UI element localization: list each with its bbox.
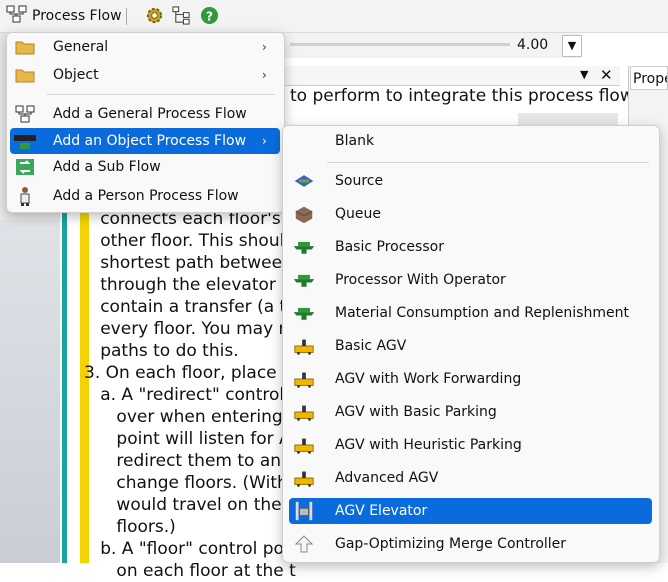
- menu-sub-item-label: Source: [335, 173, 384, 189]
- menu-sub-item[interactable]: Gap-Optimizing Merge Controller: [289, 531, 652, 557]
- doc-line: redirect them to an e: [84, 451, 297, 471]
- menu-sub-item[interactable]: AGV with Heuristic Parking: [289, 432, 652, 458]
- menu-sub-item-label: Queue: [335, 206, 381, 222]
- menu-sub-item-label: Advanced AGV: [335, 470, 439, 486]
- properties-tab[interactable]: Prope: [630, 66, 668, 90]
- agv-icon: [293, 435, 315, 455]
- menu-main-item[interactable]: Add a Person Process Flow: [10, 183, 280, 209]
- menu-sub-item[interactable]: Basic AGV: [289, 333, 652, 359]
- process-flow-icon: [6, 4, 28, 28]
- menu-main-item-label: Object: [53, 67, 99, 83]
- close-icon[interactable]: ✕: [600, 66, 613, 84]
- menu-main-item[interactable]: Add a General Process Flow: [10, 101, 280, 127]
- speed-value: 4.00: [517, 37, 549, 53]
- menu-sub-item-label: Blank: [335, 133, 375, 149]
- menu-sub-item[interactable]: Advanced AGV: [289, 465, 652, 491]
- doc-line: shortest path between: [84, 253, 293, 273]
- menu-sub-item-label: Gap-Optimizing Merge Controller: [335, 536, 567, 552]
- speed-slider[interactable]: [290, 43, 510, 46]
- menu-sub-item[interactable]: AGV Elevator: [289, 498, 652, 524]
- doc-line: b. A "floor" control poi: [84, 539, 289, 559]
- doc-line: contain a transfer (a th: [84, 297, 297, 317]
- general-flow-icon: [14, 104, 36, 124]
- object-flow-submenu: Blank Source Queue Basic Processor Processor…: [282, 125, 660, 563]
- doc-line: a. A "redirect" control p: [84, 385, 301, 405]
- chevron-right-icon: ›: [262, 40, 267, 54]
- menu-sub-item-label: AGV with Basic Parking: [335, 404, 497, 420]
- menu-sub-item-label: Processor With Operator: [335, 272, 506, 288]
- agv-icon: [293, 402, 315, 422]
- menu-main-item[interactable]: Add a Sub Flow: [10, 154, 280, 180]
- person-icon: [14, 186, 36, 206]
- chevron-right-icon: ›: [262, 68, 267, 82]
- menu-sub-item[interactable]: Queue: [289, 201, 652, 227]
- help-icon[interactable]: ?: [200, 6, 219, 25]
- menu-sub-item[interactable]: Basic Processor: [289, 234, 652, 260]
- menu-main-item[interactable]: Object ›: [10, 62, 280, 88]
- menu-main-item-label: Add a General Process Flow: [53, 106, 247, 122]
- processor-icon: [293, 270, 315, 290]
- merge-icon: [293, 534, 315, 554]
- menu-sub-item-label: AGV with Heuristic Parking: [335, 437, 522, 453]
- process-flow-label: Process Flow: [32, 8, 122, 24]
- doc-header: [280, 66, 620, 86]
- agv-icon: [293, 468, 315, 488]
- elevator-icon: [293, 501, 315, 521]
- source-icon: [293, 171, 315, 191]
- doc-line: would travel on the i: [84, 495, 292, 515]
- menu-sub-item[interactable]: AGV with Basic Parking: [289, 399, 652, 425]
- menu-main-item-label: Add an Object Process Flow: [53, 133, 247, 149]
- menu-sub-item[interactable]: AGV with Work Forwarding: [289, 366, 652, 392]
- process-flow-button[interactable]: Process Flow: [6, 5, 122, 27]
- doc-line: every floor. You may n: [84, 319, 290, 339]
- sub-flow-icon: [14, 157, 36, 177]
- menu-sub-item[interactable]: Material Consumption and Replenishment: [289, 300, 652, 326]
- menu-separator: [47, 94, 275, 95]
- doc-line: point will listen for A: [84, 429, 291, 449]
- queue-icon: [293, 204, 315, 224]
- menu-sub-item-label: Basic AGV: [335, 338, 407, 354]
- pin-icon[interactable]: ▼: [580, 68, 588, 81]
- menu-sub-item-label: Basic Processor: [335, 239, 444, 255]
- process-flow-menu: General › Object › Add a General Process Flo…: [6, 32, 285, 213]
- agv-icon: [293, 336, 315, 356]
- folder-icon: [14, 65, 36, 85]
- speed-dropdown-icon[interactable]: ▼: [562, 35, 582, 57]
- doc-line: 3. On each floor, place th: [84, 363, 300, 383]
- doc-top-text: to perform to integrate this process flo…: [290, 86, 634, 106]
- toolbar-separator: [126, 8, 127, 25]
- doc-line: floors.): [84, 517, 176, 537]
- tree-icon[interactable]: [172, 6, 191, 25]
- doc-line: through the elevator a: [84, 275, 292, 295]
- menu-main-item-label: Add a Sub Flow: [53, 159, 161, 175]
- object-flow-icon: [14, 131, 36, 151]
- menu-sub-item-label: AGV with Work Forwarding: [335, 371, 522, 387]
- menu-sub-item[interactable]: Processor With Operator: [289, 267, 652, 293]
- processor-icon: [293, 237, 315, 257]
- menu-main-item-label: General: [53, 39, 109, 55]
- doc-line: over when entering t: [84, 407, 295, 427]
- 3d-floor: [0, 220, 60, 563]
- menu-separator: [327, 162, 649, 163]
- chevron-right-icon: ›: [262, 134, 267, 148]
- doc-line: paths to do this.: [84, 341, 239, 361]
- menu-sub-item[interactable]: Source: [289, 168, 652, 194]
- menu-main-item-label: Add a Person Process Flow: [53, 188, 239, 204]
- doc-line: other floor. This shoul: [84, 231, 285, 251]
- menu-sub-item-label: AGV Elevator: [335, 503, 428, 519]
- svg-text:?: ?: [206, 9, 213, 23]
- menu-sub-item-label: Material Consumption and Replenishment: [335, 305, 629, 321]
- processor-icon: [293, 303, 315, 323]
- menu-main-item[interactable]: Add an Object Process Flow ›: [10, 128, 280, 154]
- doc-line: on each floor at the t: [84, 561, 296, 581]
- doc-body: connects each floor's e other floor. Thi…: [84, 208, 300, 582]
- menu-main-item[interactable]: General ›: [10, 34, 280, 60]
- folder-icon: [14, 37, 36, 57]
- gear-icon[interactable]: [145, 6, 164, 25]
- agv-icon: [293, 369, 315, 389]
- menu-sub-item[interactable]: Blank: [289, 128, 652, 154]
- doc-line: change floors. (With: [84, 473, 288, 493]
